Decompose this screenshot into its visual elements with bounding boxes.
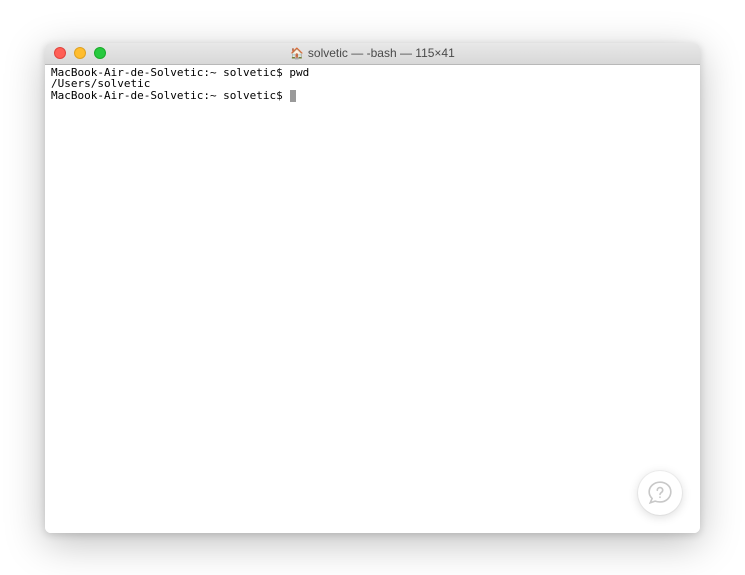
- window-title: 🏠 solvetic — -bash — 115×41: [45, 46, 700, 60]
- titlebar[interactable]: 🏠 solvetic — -bash — 115×41: [45, 43, 700, 65]
- home-icon: 🏠: [290, 47, 304, 60]
- close-button[interactable]: [54, 47, 66, 59]
- window-title-text: solvetic — -bash — 115×41: [308, 46, 455, 60]
- command-text: pwd: [289, 66, 309, 79]
- chat-bubble-icon: [647, 480, 673, 506]
- terminal-window: 🏠 solvetic — -bash — 115×41 MacBook-Air-…: [45, 43, 700, 533]
- zoom-button[interactable]: [94, 47, 106, 59]
- terminal-line: MacBook-Air-de-Solvetic:~ solvetic$: [51, 90, 694, 102]
- chat-help-button[interactable]: [638, 471, 682, 515]
- traffic-lights: [45, 47, 106, 59]
- minimize-button[interactable]: [74, 47, 86, 59]
- terminal-content[interactable]: MacBook-Air-de-Solvetic:~ solvetic$ pwd/…: [45, 65, 700, 533]
- prompt-text: MacBook-Air-de-Solvetic:~ solvetic$: [51, 89, 289, 102]
- cursor: [290, 90, 296, 102]
